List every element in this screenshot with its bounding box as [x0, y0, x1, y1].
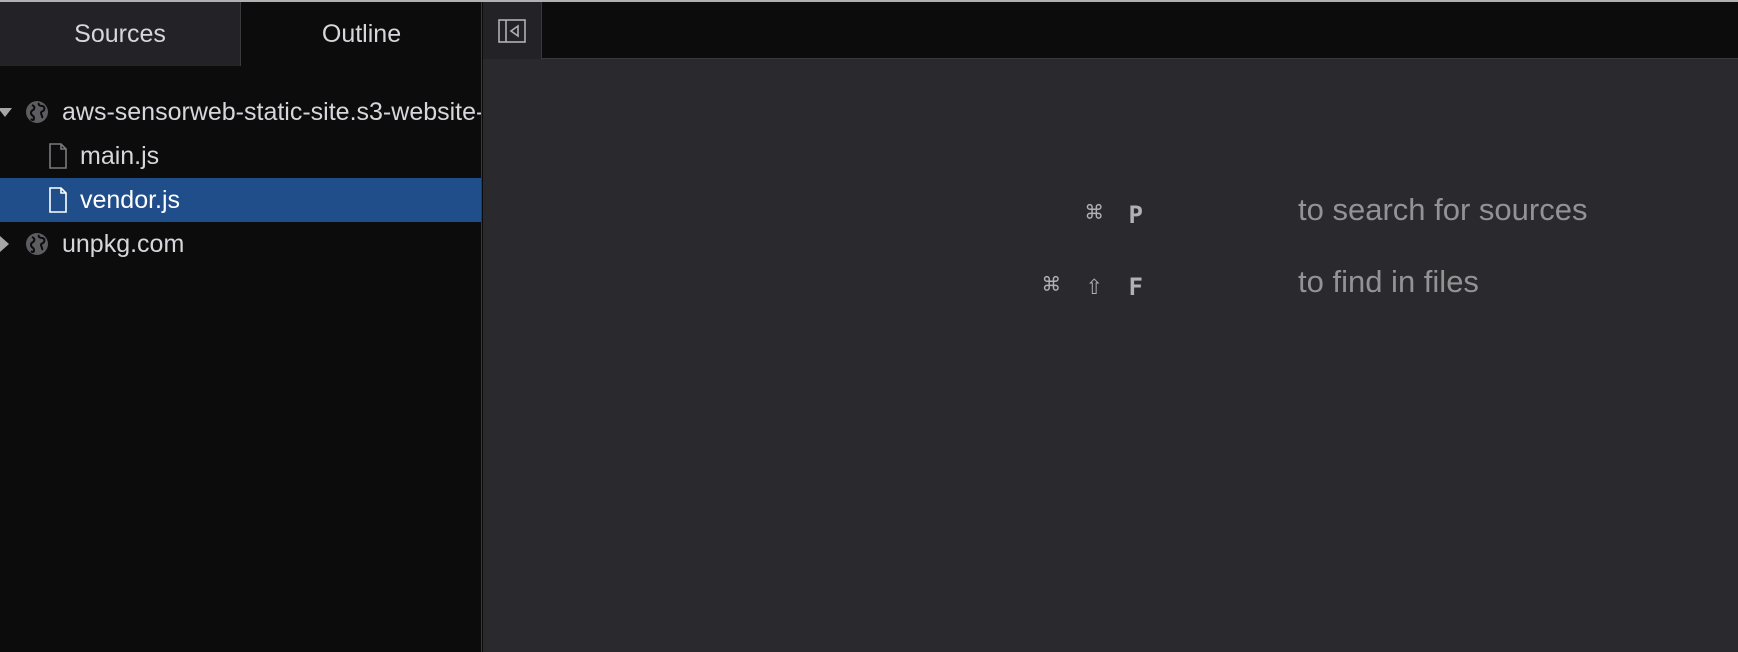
sidebar-tabs: Sources Outline: [0, 2, 481, 66]
shortcut-key: F: [1128, 273, 1143, 301]
shortcut-description: to search for sources: [1298, 192, 1588, 227]
tree-item-file[interactable]: main.js: [0, 134, 481, 178]
shortcut-search-sources: ⌘ P to search for sources: [483, 192, 1738, 232]
tree-item-label: aws-sensorweb-static-site.s3-website-us-…: [62, 97, 482, 126]
shortcut-keys: ⌘ ⇧ F: [1043, 264, 1143, 304]
expand-arrow-icon[interactable]: [0, 108, 12, 117]
file-icon: [49, 187, 67, 213]
collapse-arrow-icon[interactable]: [0, 236, 9, 252]
shortcut-key: P: [1128, 201, 1143, 229]
editor-pane: ⌘ P to search for sources ⌘ ⇧ F to find …: [483, 2, 1738, 652]
tab-sources[interactable]: Sources: [0, 2, 241, 66]
editor-toolbar: [483, 2, 1738, 59]
toggle-sidebar-icon: [498, 18, 526, 43]
sources-tree: aws-sensorweb-static-site.s3-website-us-…: [0, 90, 482, 266]
tree-item-label: vendor.js: [80, 185, 181, 214]
shortcut-description: to find in files: [1298, 264, 1479, 299]
tree-item-domain[interactable]: aws-sensorweb-static-site.s3-website-us-…: [0, 90, 482, 134]
shortcut-find-in-files: ⌘ ⇧ F to find in files: [483, 264, 1738, 304]
tree-item-label: unpkg.com: [62, 229, 185, 258]
file-icon: [49, 143, 67, 169]
tree-item-file-selected[interactable]: vendor.js: [0, 178, 481, 222]
command-key-icon: ⌘: [1042, 267, 1060, 301]
tab-outline[interactable]: Outline: [241, 2, 481, 66]
globe-icon: [26, 101, 48, 123]
toggle-sidebar-button[interactable]: [483, 2, 542, 59]
globe-icon: [26, 233, 48, 255]
tree-item-label: main.js: [80, 141, 160, 170]
shift-key-icon: ⇧: [1085, 267, 1103, 301]
tree-item-domain[interactable]: unpkg.com: [0, 222, 481, 266]
shortcut-keys: ⌘ P: [1086, 192, 1143, 232]
sources-sidebar: Sources Outline aws-sensorweb-static-sit…: [0, 2, 482, 652]
command-key-icon: ⌘: [1085, 195, 1103, 229]
